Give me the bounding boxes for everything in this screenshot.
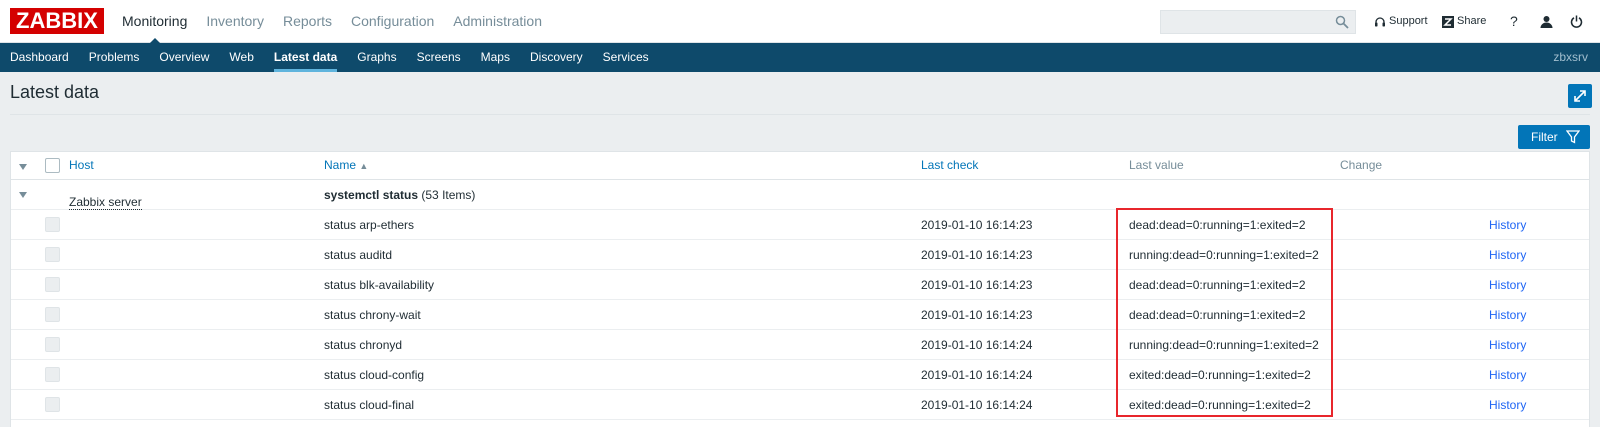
row-checkbox[interactable]: [45, 277, 60, 292]
last-check: 2019-01-10 16:14:23: [921, 248, 1033, 262]
group-row: Zabbix server systemctl status (53 Items…: [11, 180, 1589, 210]
sub-menu-screens[interactable]: Screens: [417, 43, 461, 72]
table-row: status cloud-final 2019-01-10 16:14:24 e…: [11, 390, 1589, 420]
main-menu-monitoring[interactable]: Monitoring: [122, 0, 187, 44]
item-name: status cloud-final: [324, 398, 415, 412]
profile-link[interactable]: [1540, 0, 1556, 43]
sub-menu-latest-data[interactable]: Latest data: [273, 43, 338, 72]
table-row: status arp-ethers 2019-01-10 16:14:23 de…: [11, 210, 1589, 240]
filter-icon: [1566, 130, 1580, 144]
last-check: 2019-01-10 16:14:24: [921, 338, 1033, 352]
change-column-header: Change: [1340, 158, 1383, 172]
application-item-count: (53 Items): [421, 188, 476, 202]
filter-button[interactable]: Filter: [1518, 125, 1590, 149]
page-title: Latest data: [10, 82, 100, 102]
sub-menu-maps[interactable]: Maps: [481, 43, 510, 72]
main-menu: Monitoring Inventory Reports Configurati…: [122, 0, 561, 44]
latest-data-table: Host Name ▲ Last check Last value Change…: [10, 151, 1590, 427]
application-group: systemctl status (53 Items): [324, 180, 475, 210]
support-link[interactable]: Support: [1374, 0, 1428, 43]
sub-menu-discovery[interactable]: Discovery: [530, 43, 583, 72]
last-check: 2019-01-10 16:14:24: [921, 368, 1033, 382]
power-icon: [1570, 15, 1583, 28]
sub-menu-dashboard[interactable]: Dashboard: [10, 43, 69, 72]
table-row: status cloud-config 2019-01-10 16:14:24 …: [11, 360, 1589, 390]
expand-icon: [1574, 90, 1586, 102]
main-menu-administration[interactable]: Administration: [453, 0, 542, 43]
history-link[interactable]: History: [1489, 270, 1526, 300]
share-icon: [1442, 15, 1454, 28]
item-name: status blk-availability: [324, 278, 435, 292]
last-check: 2019-01-10 16:14:23: [921, 308, 1033, 322]
application-name: systemctl status: [324, 188, 419, 202]
group-collapse-toggle[interactable]: [19, 192, 27, 198]
last-check-column-header[interactable]: Last check: [921, 152, 978, 179]
sub-menu-overview[interactable]: Overview: [159, 43, 209, 72]
last-check: 2019-01-10 16:14:23: [921, 278, 1033, 292]
collapse-all-toggle[interactable]: [19, 164, 27, 170]
sub-menu-web[interactable]: Web: [229, 43, 253, 72]
row-checkbox[interactable]: [45, 217, 60, 232]
row-checkbox[interactable]: [45, 397, 60, 412]
item-name: status chrony-wait: [324, 308, 421, 322]
sub-menu-problems[interactable]: Problems: [89, 43, 140, 72]
top-bar: ZABBIX Monitoring Inventory Reports Conf…: [0, 0, 1600, 44]
last-check: 2019-01-10 16:14:24: [921, 398, 1033, 412]
table-header-row: Host Name ▲ Last check Last value Change: [11, 152, 1589, 180]
zabbix-logo[interactable]: ZABBIX: [10, 8, 104, 34]
history-link[interactable]: History: [1489, 300, 1526, 330]
search-icon[interactable]: [1335, 15, 1349, 29]
row-checkbox[interactable]: [45, 247, 60, 262]
sub-menu-services[interactable]: Services: [603, 43, 649, 72]
item-name: status arp-ethers: [324, 218, 415, 232]
main-menu-configuration[interactable]: Configuration: [351, 0, 434, 43]
last-value-column-header: Last value: [1129, 158, 1184, 172]
share-label: Share: [1457, 15, 1487, 27]
share-link[interactable]: Share: [1442, 0, 1486, 43]
row-checkbox[interactable]: [45, 337, 60, 352]
filter-label: Filter: [1531, 130, 1558, 144]
history-link[interactable]: History: [1489, 240, 1526, 270]
table-row: status auditd 2019-01-10 16:14:23 runnin…: [11, 240, 1589, 270]
history-link[interactable]: History: [1489, 390, 1526, 420]
sub-menu-graphs[interactable]: Graphs: [357, 43, 396, 72]
name-column-label: Name: [324, 158, 357, 172]
row-checkbox[interactable]: [45, 307, 60, 322]
highlight-annotation-box: [1116, 208, 1333, 417]
main-menu-inventory[interactable]: Inventory: [206, 0, 264, 43]
table-row: status chronyd 2019-01-10 16:14:24 runni…: [11, 330, 1589, 360]
select-all-checkbox[interactable]: [45, 158, 60, 173]
item-name: status chronyd: [324, 338, 403, 352]
host-column-header[interactable]: Host: [69, 152, 94, 179]
main-menu-reports[interactable]: Reports: [283, 0, 332, 43]
help-link[interactable]: ?: [1510, 0, 1518, 43]
item-name: status auditd: [324, 248, 393, 262]
history-link[interactable]: History: [1489, 360, 1526, 390]
table-row: status blk-availability 2019-01-10 16:14…: [11, 270, 1589, 300]
search-input[interactable]: [1160, 10, 1356, 34]
sort-ascending-icon: ▲: [359, 161, 369, 171]
host-name-label: Zabbix server: [69, 195, 142, 210]
server-name: zbxsrv: [1553, 50, 1588, 64]
help-icon: ?: [1510, 13, 1518, 29]
history-link[interactable]: History: [1489, 330, 1526, 360]
fullscreen-button[interactable]: [1568, 84, 1592, 108]
header-divider: [10, 114, 1590, 115]
signout-link[interactable]: [1570, 0, 1586, 43]
sub-nav-bar: Dashboard Problems Overview Web Latest d…: [0, 43, 1600, 72]
table-row: status chrony-wait 2019-01-10 16:14:23 d…: [11, 300, 1589, 330]
history-link[interactable]: History: [1489, 210, 1526, 240]
last-check: 2019-01-10 16:14:23: [921, 218, 1033, 232]
item-name: status cloud-config: [324, 368, 425, 382]
name-column-header[interactable]: Name ▲: [324, 152, 368, 180]
headset-icon: [1375, 16, 1385, 26]
sub-menu: Dashboard Problems Overview Web Latest d…: [0, 43, 1600, 72]
support-label: Support: [1389, 15, 1428, 27]
user-icon: [1540, 16, 1553, 28]
row-checkbox[interactable]: [45, 367, 60, 382]
